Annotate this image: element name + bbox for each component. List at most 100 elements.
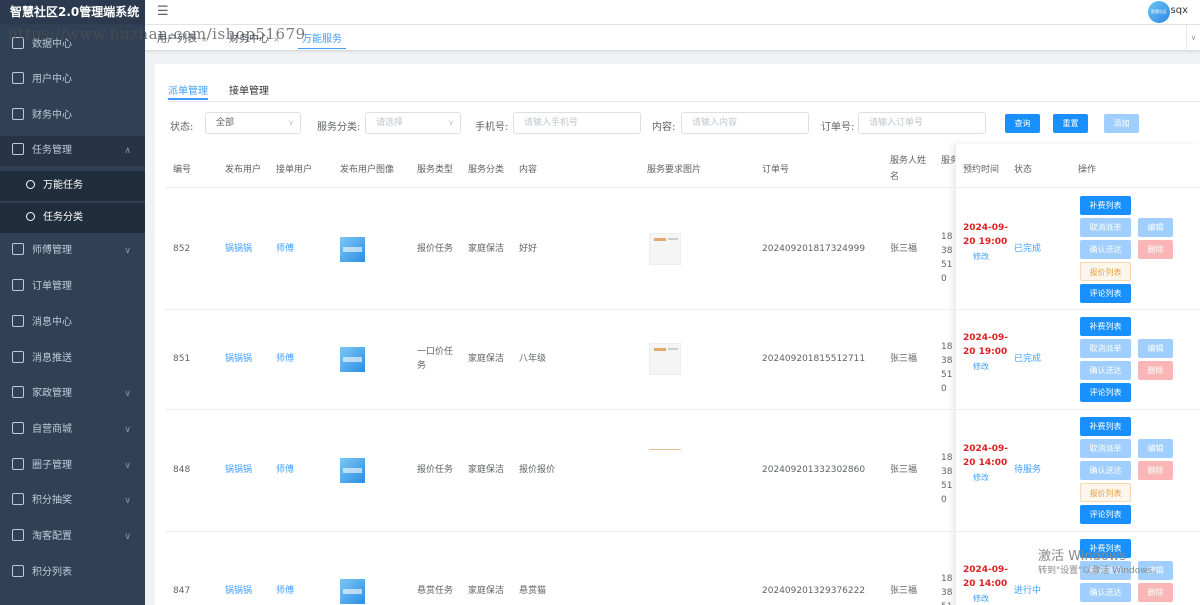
- confirm-delivery-button[interactable]: 确认送达: [1080, 240, 1131, 259]
- sidebar-item-14[interactable]: 淘客配置 ∨: [0, 522, 145, 552]
- modify-link[interactable]: 修改: [973, 592, 989, 605]
- sidebar-item-8[interactable]: 消息中心: [0, 308, 145, 338]
- cell-publisher[interactable]: 锅锅锅: [225, 352, 252, 366]
- category-filter-label: 服务分类:: [317, 122, 361, 133]
- cell-time-date: 2024-09-: [963, 333, 1009, 343]
- quote-list-button[interactable]: 报价列表: [1080, 262, 1131, 281]
- sidebar-item-6[interactable]: 师傅管理 ∨: [0, 236, 145, 266]
- chevron-down-icon: ∨: [124, 425, 131, 435]
- sidebar-item-10[interactable]: 家政管理 ∨: [0, 379, 145, 409]
- quote-list-button[interactable]: 报价列表: [1080, 483, 1131, 502]
- sidebar-item-4[interactable]: 万能任务: [0, 171, 145, 201]
- sidebar-item-2[interactable]: 财务中心: [0, 101, 145, 131]
- sidebar-item-label: 积分抽奖: [32, 495, 72, 506]
- cell-id: 847: [173, 586, 191, 596]
- service-image[interactable]: [649, 343, 681, 375]
- cancel-dispatch-button[interactable]: 取消派单: [1080, 439, 1131, 458]
- comment-list-button[interactable]: 评论列表: [1080, 505, 1131, 524]
- sidebar-item-7[interactable]: 订单管理: [0, 272, 145, 302]
- status-select[interactable]: 全部 ∨: [205, 112, 301, 134]
- modify-link[interactable]: 修改: [973, 250, 989, 264]
- confirm-delivery-button[interactable]: 确认送达: [1080, 361, 1131, 380]
- phone-input[interactable]: 请输入手机号: [513, 112, 641, 134]
- cell-publisher[interactable]: 锅锅锅: [225, 463, 252, 477]
- order-input[interactable]: 请输入订单号: [858, 112, 986, 134]
- tab-accept[interactable]: 接单管理: [229, 82, 269, 100]
- hamburger-icon[interactable]: ☰: [157, 5, 169, 19]
- sidebar-item-label: 订单管理: [32, 281, 72, 292]
- edit-button[interactable]: 编辑: [1138, 218, 1173, 237]
- cell-order-number: 202409201817324999: [762, 243, 866, 254]
- cell-worker-name: 张三福: [890, 586, 918, 596]
- reset-button[interactable]: 重置: [1053, 114, 1088, 133]
- cell-publisher[interactable]: 锅锅锅: [225, 242, 252, 256]
- cell-time-date: 2024-09-: [963, 444, 1009, 454]
- wallet-icon: [12, 108, 24, 120]
- username[interactable]: sqx: [1171, 5, 1188, 16]
- sidebar-item-3[interactable]: 任务管理 ∧: [0, 136, 145, 166]
- publisher-avatar: [340, 347, 365, 372]
- housekeeping-icon: [12, 386, 24, 398]
- bu-list-button[interactable]: 补费列表: [1080, 196, 1131, 215]
- cell-time-date: 2024-09-: [963, 222, 1009, 233]
- sidebar-item-9[interactable]: 消息推送: [0, 344, 145, 374]
- cell-receiver[interactable]: 师傅: [276, 463, 294, 477]
- chevron-down-icon: ∨: [124, 532, 131, 542]
- cell-receiver[interactable]: 师傅: [276, 584, 294, 598]
- tab-dispatch[interactable]: 派单管理: [168, 82, 208, 100]
- confirm-delivery-button[interactable]: 确认送达: [1080, 583, 1131, 602]
- cell-receiver[interactable]: 师傅: [276, 352, 294, 366]
- header-actions: 操作: [1078, 165, 1097, 175]
- windows-activation-title: 激活 Windows: [1038, 549, 1127, 564]
- delete-button[interactable]: 删除: [1138, 240, 1173, 259]
- header-service-category: 服务分类: [468, 165, 505, 175]
- cell-status: 已完成: [1014, 243, 1042, 254]
- tab-divider: [167, 101, 1200, 102]
- chevron-down-icon[interactable]: ∨: [1186, 25, 1200, 51]
- delete-button[interactable]: 删除: [1138, 583, 1173, 602]
- delete-button[interactable]: 删除: [1138, 361, 1173, 380]
- edit-button[interactable]: 编辑: [1138, 339, 1173, 358]
- cell-content: 好好: [519, 243, 538, 254]
- cell-worker-phone: 1838510: [941, 342, 953, 394]
- delete-button[interactable]: 删除: [1138, 461, 1173, 480]
- list-icon: [12, 565, 24, 577]
- bu-list-button[interactable]: 补费列表: [1080, 317, 1131, 336]
- sidebar-item-1[interactable]: 用户中心: [0, 65, 145, 95]
- modify-link[interactable]: 修改: [973, 360, 989, 374]
- cell-publisher[interactable]: 锅锅锅: [225, 584, 252, 598]
- avatar[interactable]: 智慧社区: [1148, 1, 1170, 23]
- sidebar-item-13[interactable]: 积分抽奖 ∨: [0, 486, 145, 516]
- cell-status: 待服务: [1014, 465, 1042, 475]
- header-worker-phone: 服务人电话: [941, 156, 955, 166]
- cell-receiver[interactable]: 师傅: [276, 242, 294, 256]
- row-divider: [165, 531, 1200, 532]
- sidebar-item-11[interactable]: 自营商城 ∨: [0, 415, 145, 445]
- cancel-dispatch-button[interactable]: 取消派单: [1080, 218, 1131, 237]
- sidebar-item-5[interactable]: 任务分类: [0, 203, 145, 233]
- comment-list-button[interactable]: 评论列表: [1080, 284, 1131, 303]
- query-button[interactable]: 查询: [1005, 114, 1040, 133]
- sidebar-item-15[interactable]: 积分列表: [0, 558, 145, 588]
- main-content: 派单管理 接单管理 状态: 全部 ∨ 服务分类: 请选择 ∨ 手机号: 请输入手机号…: [155, 64, 1200, 605]
- confirm-delivery-button[interactable]: 确认送达: [1080, 461, 1131, 480]
- category-select[interactable]: 请选择 ∨: [365, 112, 461, 134]
- content-input[interactable]: 请输入内容: [681, 112, 809, 134]
- service-image[interactable]: [649, 232, 681, 265]
- service-image[interactable]: [649, 449, 681, 450]
- phone-filter-label: 手机号:: [475, 122, 509, 133]
- edit-button[interactable]: 编辑: [1138, 439, 1173, 458]
- add-button[interactable]: 添加: [1104, 114, 1139, 133]
- bu-list-button[interactable]: 补费列表: [1080, 417, 1131, 436]
- cell-time-hour: 20 14:00: [963, 458, 1008, 468]
- row-divider: [165, 409, 1200, 410]
- modify-link[interactable]: 修改: [973, 471, 989, 485]
- app-title: 智慧社区2.0管理端系统: [0, 0, 145, 24]
- comment-list-button[interactable]: 评论列表: [1080, 383, 1131, 402]
- avatar-text: [343, 589, 362, 594]
- order-filter-label: 订单号:: [821, 122, 855, 133]
- cancel-dispatch-button[interactable]: 取消派单: [1080, 339, 1131, 358]
- cell-id: 851: [173, 354, 191, 364]
- cell-service-category: 家庭保洁: [468, 465, 505, 475]
- sidebar-item-12[interactable]: 圈子管理 ∨: [0, 451, 145, 481]
